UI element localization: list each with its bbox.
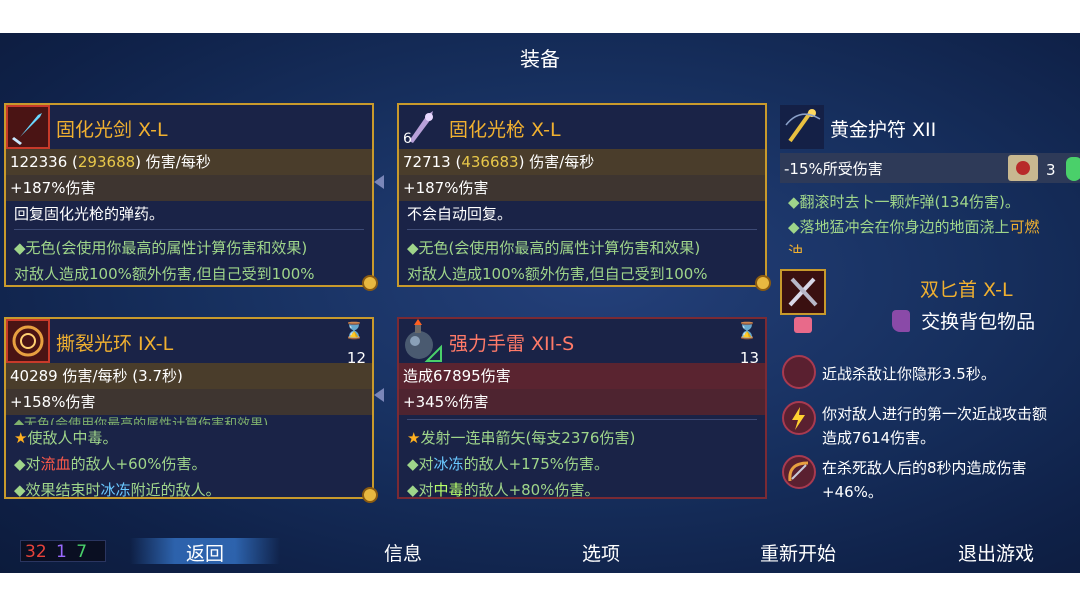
link-arrow-icon: [374, 388, 396, 402]
halo-icon: [6, 319, 50, 363]
card-corner-icon: [755, 275, 771, 291]
restart-button[interactable]: 重新开始: [760, 539, 836, 566]
potion-icon: [1066, 157, 1080, 181]
lightning-mutation-icon: [782, 401, 816, 435]
affix-line: ◆无色(会使用你最高的属性计算伤害和效果): [14, 239, 308, 257]
damage-bonus: +187%伤害: [6, 175, 372, 201]
star-icon: ★: [14, 429, 28, 447]
bow-mutation-icon: [782, 455, 816, 489]
game-screen: 装备 固化光剑 X-L 122336 (293688) 伤害/每秒 +187%伤…: [0, 33, 1080, 573]
scroll-icon: [1008, 155, 1038, 181]
affix-line-cut: ◆无色(会使用你最高的属性计算伤害和效果): [14, 417, 269, 425]
amulet-affix: ◆落地猛冲会在你身边的地面浇上可燃: [788, 218, 1040, 236]
amulet-name: 黄金护符 XII: [830, 119, 937, 141]
back-button[interactable]: 返回: [186, 539, 224, 566]
link-arrow-icon: [374, 175, 396, 189]
spear-icon: 6: [399, 105, 443, 149]
divider: [407, 419, 757, 420]
options-button[interactable]: 选项: [582, 539, 620, 566]
affix-line: ◆对流血的敌人+60%伤害。: [14, 455, 207, 473]
weapon-name: 固化光剑 X-L: [56, 119, 168, 141]
mutation-text: +46%。: [822, 483, 883, 501]
damage-bonus: +187%伤害: [399, 175, 765, 201]
weapon-card-solidified-spear[interactable]: 6 固化光枪 X-L 72713 (436683) 伤害/每秒 +187%伤害 …: [397, 103, 771, 291]
weapon-card-solidified-sword[interactable]: 固化光剑 X-L 122336 (293688) 伤害/每秒 +187%伤害 回…: [4, 103, 378, 291]
mutation-row[interactable]: 你对敌人进行的第一次近战攻击额 造成7614伤害。: [780, 399, 1080, 451]
card-corner-icon: [362, 275, 378, 291]
ammo-badge: 6: [403, 131, 412, 147]
skill-name: 强力手雷 XII-S: [449, 333, 575, 355]
affix-line: 对敌人造成100%额外伤害,但自己受到100%: [407, 265, 708, 283]
amulet-stat: -15%所受伤害: [784, 160, 883, 178]
damage-bonus: +158%伤害: [6, 389, 372, 415]
mutation-row[interactable]: 在杀死敌人后的8秒内造成伤害 +46%。: [780, 453, 1080, 505]
dps-stat: 40289 伤害/每秒 (3.7秒): [6, 363, 372, 389]
stat-counts: 32 1 7: [20, 540, 106, 562]
dps-stat: 122336 (293688) 伤害/每秒: [6, 149, 372, 175]
divider: [407, 229, 757, 230]
amulet-icon: [780, 105, 824, 149]
skill-name: 撕裂光环 IX-L: [56, 333, 174, 355]
card-corner-icon: [362, 487, 378, 503]
scroll-count: 3: [1046, 161, 1056, 179]
backpack-item-name: 双匕首 X-L: [920, 279, 1013, 301]
tactics-count: 1: [56, 542, 67, 562]
hourglass-icon: ⌛: [344, 321, 364, 340]
dagger-icon: [780, 269, 826, 315]
affix-line: ◆对冰冻的敌人+175%伤害。: [407, 455, 610, 473]
amulet-affix: 油: [788, 243, 804, 253]
affix-line: 对敌人造成100%额外伤害,但自己受到100%: [14, 265, 315, 283]
mutation-text: 在杀死敌人后的8秒内造成伤害: [822, 459, 1027, 477]
boot-icon: [892, 309, 910, 332]
weapon-description: 不会自动回复。: [407, 205, 513, 223]
affix-line: ★使敌人中毒。: [14, 429, 118, 447]
hourglass-icon: ⌛: [737, 321, 757, 340]
star-icon: ★: [407, 429, 421, 447]
sword-icon: [6, 105, 50, 149]
mutation-text: 你对敌人进行的第一次近战攻击额: [822, 405, 1048, 423]
weapon-description: 回复固化光枪的弹药。: [14, 205, 165, 223]
affix-line: ◆效果结束时冰冻附近的敌人。: [14, 481, 221, 499]
amulet-affix: ◆翻滚时去卜一颗炸弹(134伤害)。: [788, 193, 1020, 211]
affix-line: ◆对中毒的敌人+80%伤害。: [407, 481, 600, 499]
mutation-row[interactable]: 近战杀敌让你隐形3.5秒。: [780, 353, 1080, 393]
survival-count: 7: [76, 542, 88, 562]
mutation-text: 近战杀敌让你隐形3.5秒。: [822, 365, 996, 383]
quit-game-button[interactable]: 退出游戏: [958, 539, 1034, 566]
amulet-panel[interactable]: 黄金护符 XII -15%所受伤害 3 ◆翻滚时去卜一颗炸弹(134伤害)。 ◆…: [780, 105, 1080, 257]
divider: [14, 229, 364, 230]
grenade-icon: [399, 319, 443, 363]
skill-card-tearing-halo[interactable]: 撕裂光环 IX-L ⌛ 12 40289 伤害/每秒 (3.7秒) +158%伤…: [4, 317, 378, 503]
weapon-name: 固化光枪 X-L: [449, 119, 561, 141]
dps-stat: 72713 (436683) 伤害/每秒: [399, 149, 765, 175]
stealth-mutation-icon: [782, 355, 816, 389]
affix-line: ★发射一连串箭矢(每支2376伤害): [407, 429, 636, 447]
amulet-stat-row: -15%所受伤害 3: [780, 153, 1080, 183]
backpack-panel[interactable]: 双匕首 X-L 交换背包物品: [780, 269, 1080, 341]
info-button[interactable]: 信息: [384, 539, 422, 566]
swap-backpack-button[interactable]: 交换背包物品: [892, 307, 1035, 335]
dps-stat: 造成67895伤害: [399, 363, 765, 389]
mini-portrait-icon: [794, 317, 812, 333]
page-title: 装备: [520, 47, 560, 71]
skill-card-grenade[interactable]: 强力手雷 XII-S ⌛ 13 造成67895伤害 +345%伤害 ★发射一连串…: [397, 317, 767, 499]
affix-line: ◆无色(会使用你最高的属性计算伤害和效果): [407, 239, 701, 257]
brutality-count: 32: [25, 542, 47, 562]
mutation-text: 造成7614伤害。: [822, 429, 936, 447]
damage-bonus: +345%伤害: [399, 389, 765, 415]
